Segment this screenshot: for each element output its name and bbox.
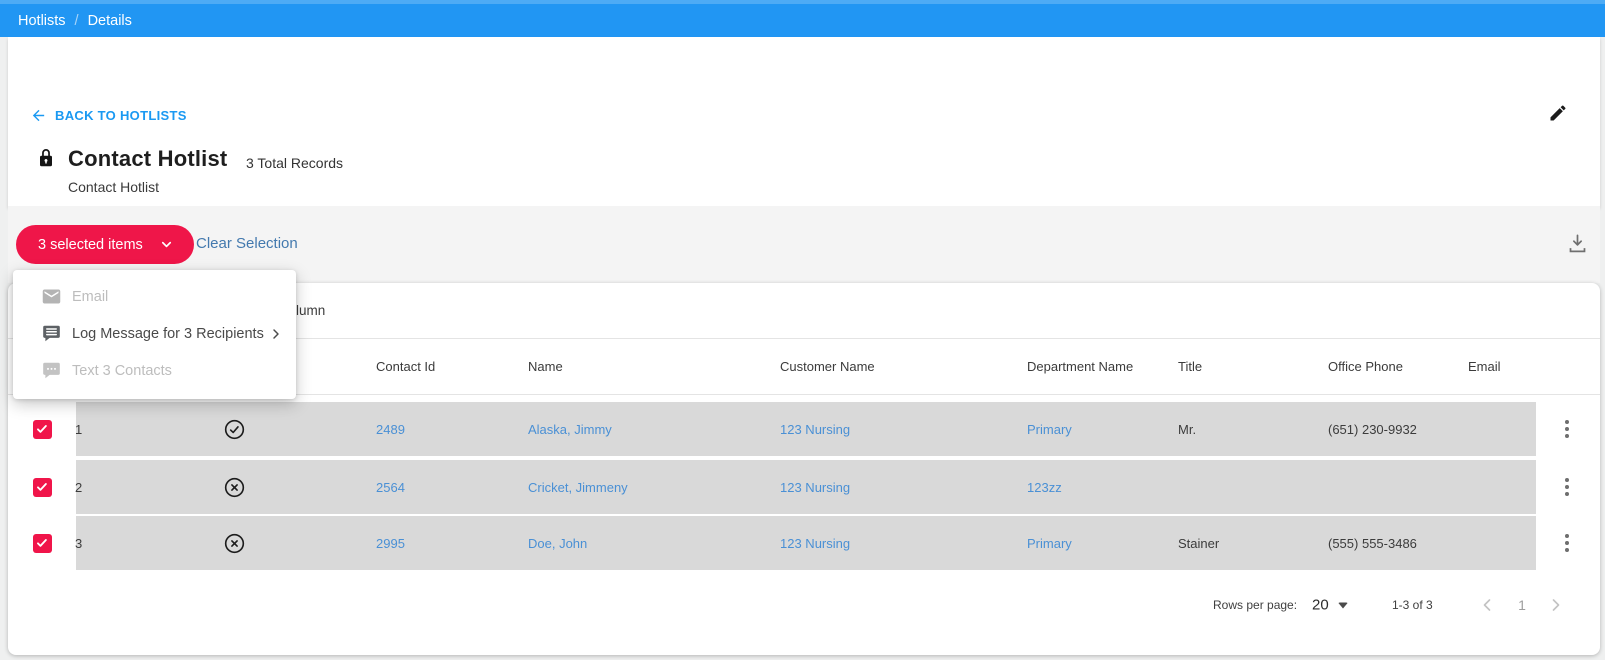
sms-icon — [43, 362, 60, 379]
clear-selection-link[interactable]: Clear Selection — [196, 235, 298, 252]
menu-item-log-message[interactable]: Log Message for 3 Recipients — [13, 315, 296, 352]
selected-items-button[interactable]: 3 selected items — [16, 225, 194, 264]
kebab-icon — [1565, 534, 1569, 552]
checkmark-icon — [37, 483, 47, 491]
row-checkbox[interactable] — [32, 419, 52, 439]
customer-name-link[interactable]: 123 Nursing — [780, 516, 850, 570]
log-message-icon — [43, 325, 60, 342]
previous-page-button[interactable] — [1475, 593, 1499, 617]
row-actions-button[interactable] — [1536, 402, 1598, 456]
table-footer: Rows per page: 20 1-3 of 3 1 — [8, 579, 1600, 631]
table-row: 3 2995 Doe, John 123 Nursing Primary Sta… — [8, 516, 1600, 570]
email-icon — [42, 289, 61, 304]
title-cell: Mr. — [1178, 421, 1197, 437]
column-header-name[interactable]: Name — [528, 339, 563, 394]
row-checkbox[interactable] — [32, 477, 52, 497]
menu-item-email[interactable]: Email — [13, 278, 296, 315]
dropdown-triangle-icon — [1337, 602, 1348, 608]
department-name-link[interactable]: Primary — [1027, 516, 1072, 570]
download-icon — [1569, 234, 1586, 253]
checkbox-cell — [8, 516, 76, 570]
contact-name-link[interactable]: Doe, John — [528, 516, 587, 570]
rows-per-page-select[interactable]: 20 — [1312, 597, 1348, 614]
department-name-link[interactable]: Primary — [1027, 402, 1072, 456]
rows-per-page-value: 20 — [1312, 596, 1329, 614]
hotlist-details-page: Hotlists / Details BACK TO HOTLISTS Cont… — [0, 0, 1605, 660]
checkbox-cell — [8, 402, 76, 456]
row-number: 3 — [75, 535, 83, 551]
row-actions-button[interactable] — [1536, 516, 1598, 570]
column-header-department-name[interactable]: Department Name — [1027, 339, 1133, 394]
column-header-email[interactable]: Email — [1468, 339, 1501, 394]
download-button[interactable] — [1566, 232, 1590, 256]
kebab-icon — [1565, 478, 1569, 496]
table-row: 1 2489 Alaska, Jimmy 123 Nursing Primary… — [8, 402, 1600, 456]
row-actions-button[interactable] — [1536, 460, 1598, 514]
edit-button[interactable] — [1548, 103, 1572, 127]
customer-name-link[interactable]: 123 Nursing — [780, 402, 850, 456]
title-cell: Stainer — [1178, 535, 1220, 551]
chevron-down-icon — [161, 241, 171, 248]
chevron-left-icon — [1483, 599, 1491, 611]
column-control-label-fragment[interactable]: lumn — [296, 283, 325, 338]
pagination-range-label: 1-3 of 3 — [1392, 598, 1433, 612]
pencil-icon — [1550, 105, 1566, 121]
checkmark-icon — [37, 539, 47, 547]
rows-per-page-label: Rows per page: — [1213, 598, 1298, 612]
menu-item-label: Text 3 Contacts — [72, 362, 172, 379]
menu-item-label: Log Message for 3 Recipients — [72, 325, 264, 342]
back-arrow-icon — [32, 109, 45, 122]
contact-id-link[interactable]: 2489 — [376, 402, 405, 456]
column-header-title[interactable]: Title — [1178, 339, 1202, 394]
menu-item-label: Email — [72, 288, 109, 305]
breadcrumb-hotlists[interactable]: Hotlists — [18, 13, 66, 29]
hotlist-header-card: BACK TO HOTLISTS Contact Hotlist 3 Total… — [8, 37, 1600, 207]
breadcrumb-separator: / — [74, 12, 79, 29]
kebab-icon — [1565, 420, 1569, 438]
page-title: Contact Hotlist — [68, 146, 228, 171]
back-link-label: BACK TO HOTLISTS — [55, 108, 187, 123]
office-phone-cell: (651) 230-9932 — [1328, 421, 1417, 437]
column-header-contact-id[interactable]: Contact Id — [376, 339, 435, 394]
top-nav-bar: Hotlists / Details — [0, 0, 1605, 37]
column-header-office-phone[interactable]: Office Phone — [1328, 339, 1403, 394]
breadcrumb-details: Details — [87, 12, 132, 29]
chevron-right-icon — [1552, 599, 1560, 611]
back-to-hotlists-link[interactable]: BACK TO HOTLISTS — [30, 107, 187, 124]
column-header-customer-name[interactable]: Customer Name — [780, 339, 875, 394]
submenu-chevron-right-icon — [273, 328, 279, 339]
status-x-circle-icon — [223, 516, 246, 570]
total-records-label: 3 Total Records — [246, 155, 344, 171]
contact-id-link[interactable]: 2995 — [376, 516, 405, 570]
row-checkbox[interactable] — [32, 533, 52, 553]
current-page-number[interactable]: 1 — [1510, 593, 1534, 617]
contact-name-link[interactable]: Cricket, Jimmeny — [528, 460, 628, 514]
selected-items-label: 3 selected items — [38, 236, 143, 253]
contact-id-link[interactable]: 2564 — [376, 460, 405, 514]
department-name-link[interactable]: 123zz — [1027, 460, 1062, 514]
contact-name-link[interactable]: Alaska, Jimmy — [528, 402, 612, 456]
next-page-button[interactable] — [1544, 593, 1568, 617]
table-row: 2 2564 Cricket, Jimmeny 123 Nursing 123z… — [8, 460, 1600, 514]
row-number: 2 — [75, 479, 83, 495]
status-check-circle-icon — [223, 402, 246, 456]
menu-item-text-contacts[interactable]: Text 3 Contacts — [13, 352, 296, 389]
row-number: 1 — [75, 421, 83, 437]
customer-name-link[interactable]: 123 Nursing — [780, 460, 850, 514]
actions-dropdown-menu: Email Log Message for 3 Recipients Text … — [13, 270, 296, 399]
office-phone-cell: (555) 555-3486 — [1328, 535, 1417, 551]
status-x-circle-icon — [223, 460, 246, 514]
lock-icon — [37, 147, 55, 169]
checkbox-cell — [8, 460, 76, 514]
hotlist-subtitle: Contact Hotlist — [68, 179, 160, 195]
checkmark-icon — [37, 425, 47, 433]
